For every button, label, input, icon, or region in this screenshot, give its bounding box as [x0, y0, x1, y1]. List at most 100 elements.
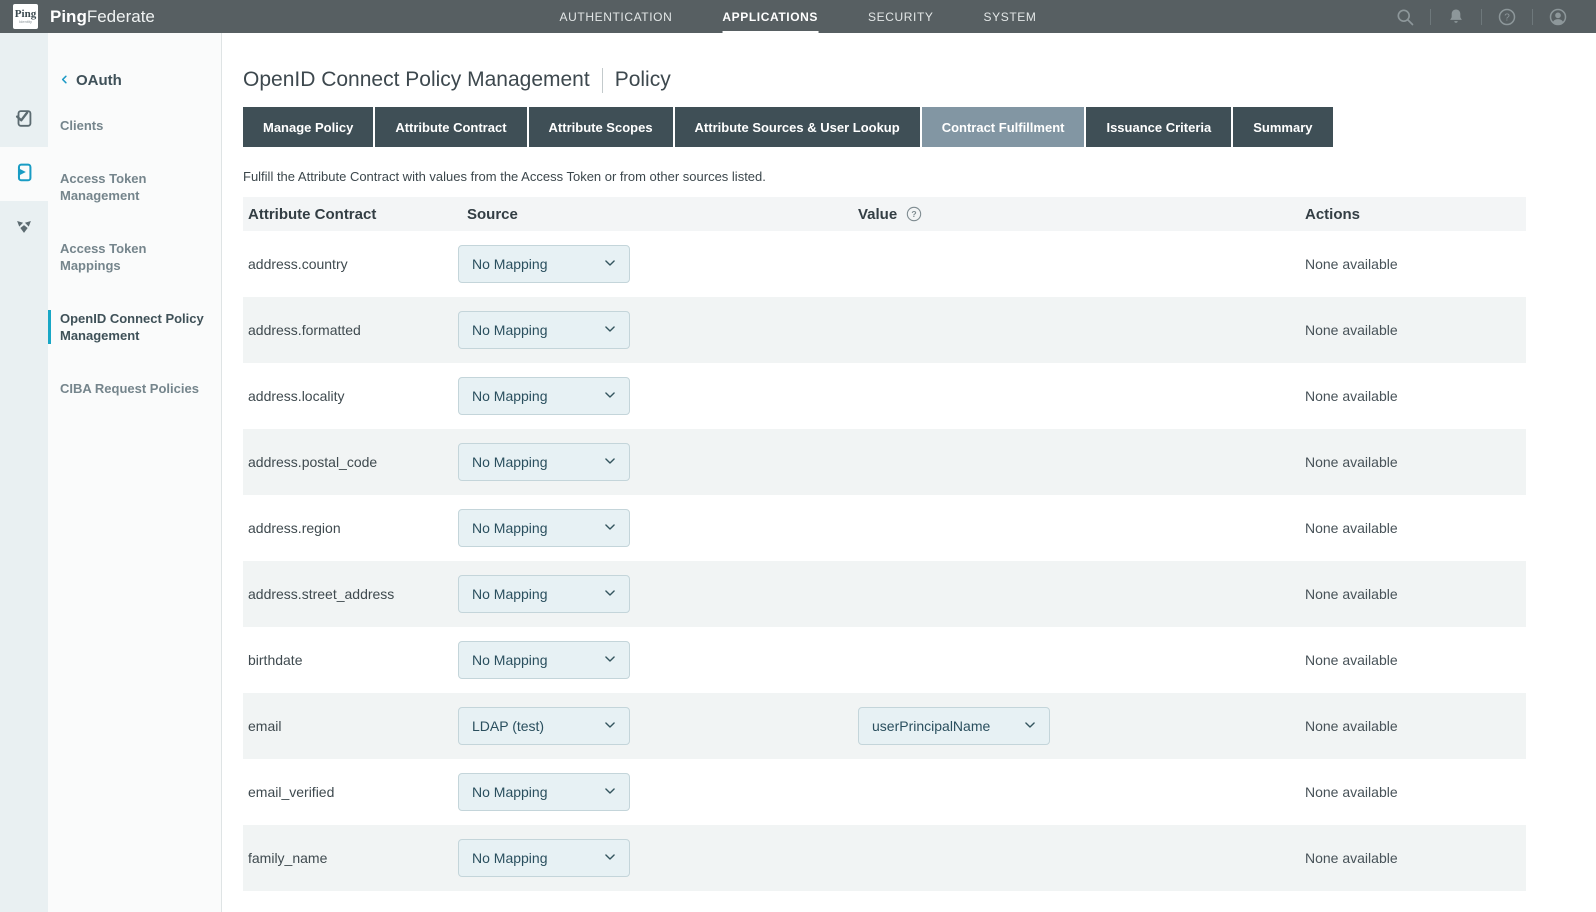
chevron-down-icon	[603, 652, 617, 669]
header-source: Source	[458, 206, 858, 223]
source-select[interactable]: No Mapping	[458, 641, 630, 679]
value-select[interactable]: userPrincipalName	[858, 707, 1050, 745]
source-select-value: No Mapping	[472, 520, 548, 536]
source-cell: No Mapping	[458, 311, 858, 349]
tab-contract-fulfillment[interactable]: Contract Fulfillment	[922, 107, 1085, 147]
help-icon[interactable]: ?	[1497, 7, 1517, 27]
table-row: email_verifiedNo MappingNone available	[243, 759, 1526, 825]
tab-attribute-sources-user-lookup[interactable]: Attribute Sources & User Lookup	[675, 107, 920, 147]
header-actions: Actions	[1305, 206, 1526, 223]
source-cell: No Mapping	[458, 377, 858, 415]
table-row: address.postal_codeNo Mapping None availa…	[243, 429, 1526, 495]
table-row: address.region No Mapping None available	[243, 495, 1526, 561]
attribute-name: address.formatted	[248, 322, 458, 338]
tab-attribute-scopes[interactable]: Attribute Scopes	[529, 107, 673, 147]
source-select[interactable]: No Mapping	[458, 575, 630, 613]
source-cell: No Mapping	[458, 641, 858, 679]
sidebar-back-oauth[interactable]: OAuth	[48, 72, 221, 89]
account-icon[interactable]	[1548, 7, 1568, 27]
tab-issuance-criteria[interactable]: Issuance Criteria	[1086, 107, 1231, 147]
tab-manage-policy[interactable]: Manage Policy	[243, 107, 373, 147]
nav-item-authentication[interactable]: AUTHENTICATION	[560, 0, 673, 33]
sidebar-item-access-token-management[interactable]: Access Token Management	[48, 170, 221, 204]
header-attribute-contract: Attribute Contract	[248, 206, 458, 223]
table-row: birthdateNo MappingNone available	[243, 627, 1526, 693]
source-select[interactable]: No Mapping	[458, 509, 630, 547]
actions-cell: None available	[1305, 520, 1526, 536]
source-select-value: No Mapping	[472, 322, 548, 338]
topbar-icons: ?	[1380, 7, 1583, 27]
attribute-name: address.region	[248, 520, 458, 536]
source-cell: No Mapping	[458, 839, 858, 877]
source-select[interactable]: No Mapping	[458, 377, 630, 415]
ping-logo: Ping Identity	[13, 4, 38, 29]
clients-check-icon	[13, 107, 35, 134]
help-circle-icon[interactable]: ?	[906, 206, 922, 222]
value-select-value: userPrincipalName	[872, 718, 990, 734]
page-title-primary: OpenID Connect Policy Management	[243, 66, 590, 94]
source-select[interactable]: No Mapping	[458, 773, 630, 811]
table-row: address.localityNo MappingNone available	[243, 363, 1526, 429]
sidebar-item-openid-connect-policy-management[interactable]: OpenID Connect Policy Management	[48, 310, 221, 344]
chevron-down-icon	[603, 586, 617, 603]
notifications-icon[interactable]	[1446, 7, 1466, 27]
icon-divider	[1532, 9, 1533, 25]
app-shell: OAuth Clients Access Token Management Acce…	[0, 33, 1596, 912]
product-name-bold: Ping	[50, 7, 87, 26]
source-cell: No Mapping	[458, 773, 858, 811]
source-select[interactable]: No Mapping	[458, 311, 630, 349]
chevron-down-icon	[603, 388, 617, 405]
actions-cell: None available	[1305, 454, 1526, 470]
page-title-secondary: Policy	[615, 66, 671, 94]
attribute-name: address.country	[248, 256, 458, 272]
nav-item-security[interactable]: SECURITY	[868, 0, 933, 33]
title-separator	[602, 68, 603, 93]
source-select[interactable]: No Mapping	[458, 245, 630, 283]
sidebar-item-ciba-request-policies[interactable]: CIBA Request Policies	[48, 380, 221, 397]
source-select-value: No Mapping	[472, 586, 548, 602]
icon-divider	[1430, 9, 1431, 25]
icon-divider	[1481, 9, 1482, 25]
actions-cell: None available	[1305, 850, 1526, 866]
actions-cell: None available	[1305, 256, 1526, 272]
actions-cell: None available	[1305, 652, 1526, 668]
source-select[interactable]: LDAP (test)	[458, 707, 630, 745]
source-select[interactable]: No Mapping	[458, 839, 630, 877]
chevron-down-icon	[603, 454, 617, 471]
nav-item-system[interactable]: SYSTEM	[984, 0, 1037, 33]
value-cell: userPrincipalName	[858, 707, 1305, 745]
svg-text:?: ?	[912, 209, 917, 219]
brand[interactable]: Ping Identity PingFederate	[13, 4, 155, 29]
table-row: address.formattedNo MappingNone availabl…	[243, 297, 1526, 363]
chevron-left-icon	[59, 72, 70, 89]
chevron-down-icon	[603, 784, 617, 801]
attribute-name: family_name	[248, 850, 458, 866]
source-select-value: No Mapping	[472, 784, 548, 800]
actions-cell: None available	[1305, 718, 1526, 734]
chevron-down-icon	[1023, 718, 1037, 735]
source-cell: No Mapping	[458, 509, 858, 547]
source-select[interactable]: No Mapping	[458, 443, 630, 481]
access-token-icon	[13, 161, 35, 188]
rail-item-access-token-icon[interactable]	[0, 147, 48, 201]
nav-item-applications[interactable]: APPLICATIONS	[722, 0, 818, 33]
tab-attribute-contract[interactable]: Attribute Contract	[375, 107, 526, 147]
chevron-down-icon	[603, 718, 617, 735]
attribute-name: address.street_address	[248, 586, 458, 602]
attribute-name: address.locality	[248, 388, 458, 404]
product-name-light: Federate	[87, 7, 155, 26]
source-cell: No Mapping	[458, 443, 858, 481]
rail-item-oauth-shield-icon[interactable]	[0, 201, 48, 255]
source-cell: No Mapping	[458, 575, 858, 613]
tab-summary[interactable]: Summary	[1233, 107, 1332, 147]
sidebar: OAuth Clients Access Token Management Acce…	[48, 33, 222, 912]
sidebar-item-clients[interactable]: Clients	[48, 117, 221, 134]
actions-cell: None available	[1305, 586, 1526, 602]
sidebar-item-access-token-mappings[interactable]: Access Token Mappings	[48, 240, 221, 274]
table-header-row: Attribute Contract Source Value ? Action…	[243, 197, 1526, 231]
rail-item-clients-check-icon[interactable]	[0, 93, 48, 147]
attribute-name: address.postal_code	[248, 454, 458, 470]
primary-nav: AUTHENTICATION APPLICATIONS SECURITY SYSTEM	[560, 0, 1037, 33]
source-select-value: LDAP (test)	[472, 718, 544, 734]
search-icon[interactable]	[1395, 7, 1415, 27]
